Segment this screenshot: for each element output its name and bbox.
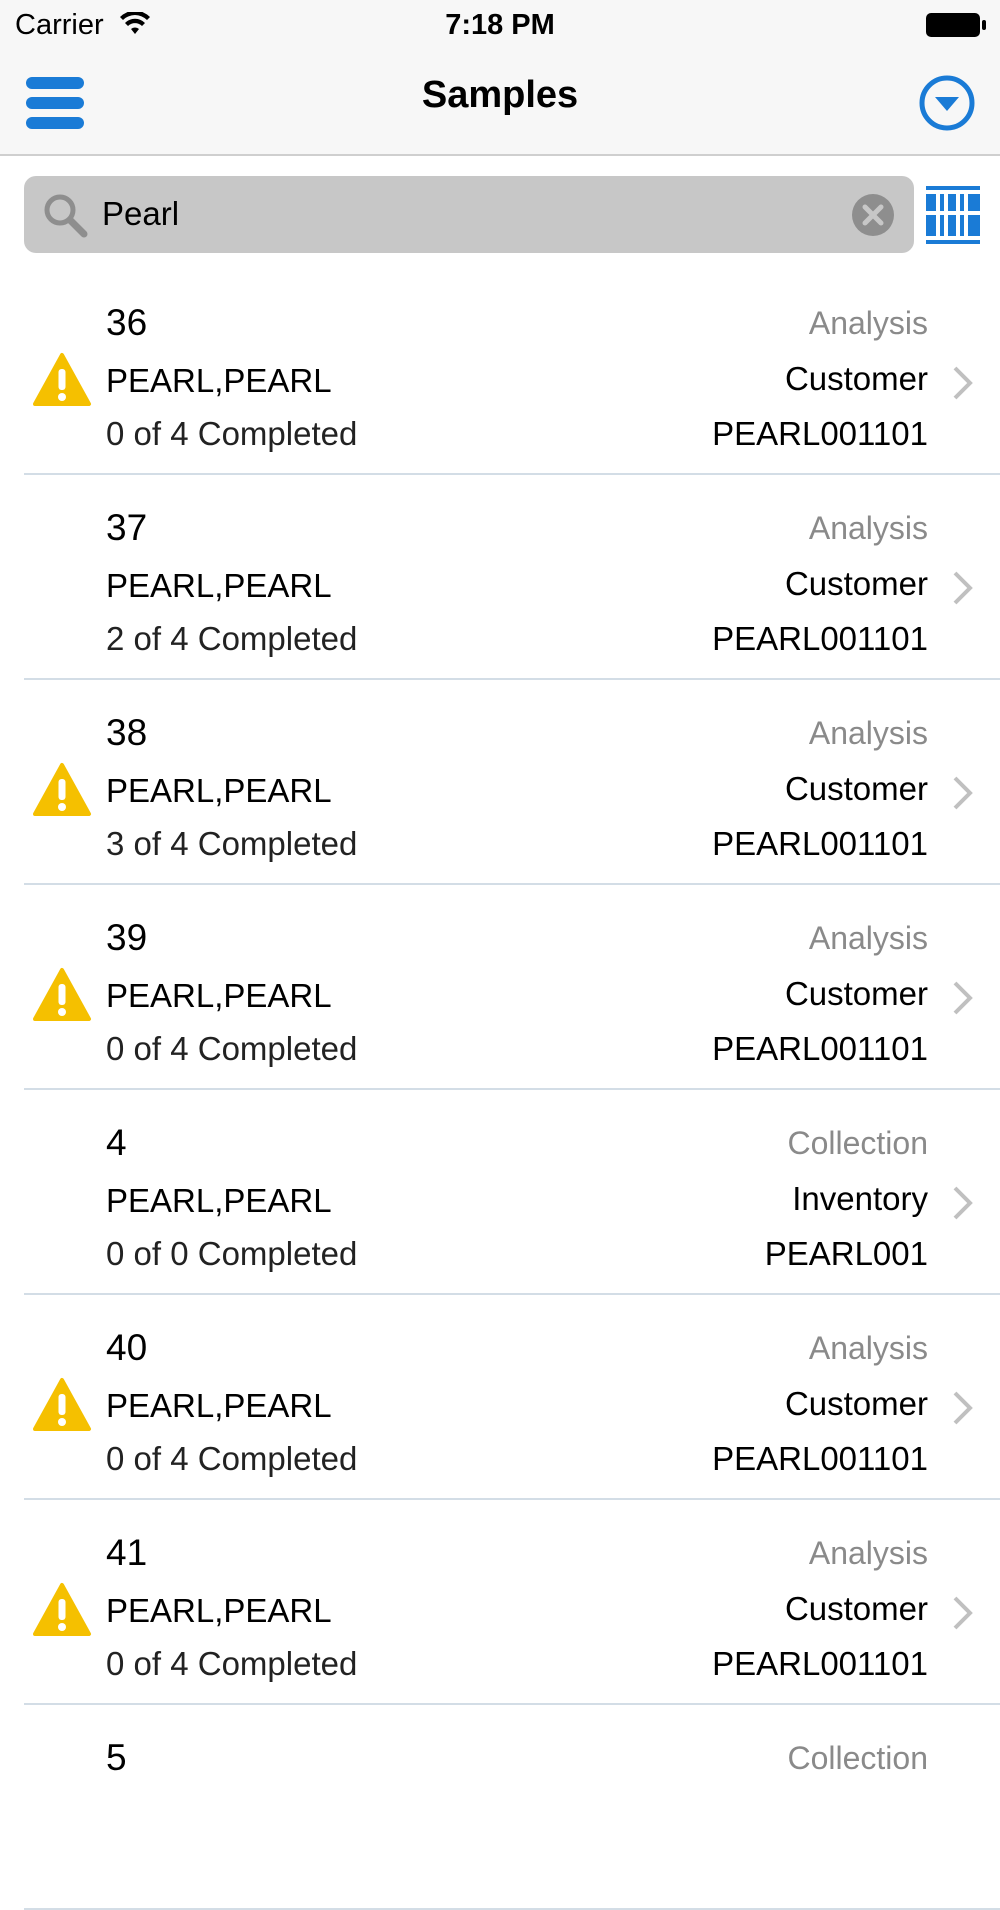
- search-input[interactable]: [102, 184, 842, 244]
- chevron-right-icon: [953, 1391, 973, 1425]
- list-item[interactable]: 41 PEARL,PEARL 0 of 4 Completed Analysis…: [0, 1500, 1000, 1705]
- sample-progress: 2 of 4 Completed: [106, 620, 358, 657]
- sample-progress: 0 of 4 Completed: [106, 1645, 358, 1682]
- sample-code: PEARL001: [764, 1235, 928, 1272]
- sample-progress: 0 of 4 Completed: [106, 1440, 358, 1477]
- sample-list: 36 PEARL,PEARL 0 of 4 Completed Analysis…: [0, 270, 1000, 1910]
- sample-id: 4: [106, 1122, 127, 1163]
- warning-icon: [33, 763, 91, 816]
- nav-bar: Samples: [0, 50, 1000, 156]
- sample-id: 36: [106, 302, 148, 343]
- sample-name: PEARL,PEARL: [106, 1592, 332, 1629]
- sample-code: PEARL001101: [712, 1030, 928, 1067]
- battery-icon: [926, 13, 986, 37]
- sample-code: PEARL001101: [712, 415, 928, 452]
- sample-category: Customer: [784, 565, 928, 602]
- list-item[interactable]: 38 PEARL,PEARL 3 of 4 Completed Analysis…: [0, 680, 1000, 885]
- sample-category: Inventory: [792, 1180, 928, 1217]
- status-time: 7:18 PM: [445, 9, 555, 41]
- sample-type: Analysis: [808, 510, 928, 546]
- sample-code: PEARL001101: [712, 1645, 928, 1682]
- barcode-icon[interactable]: [926, 186, 980, 244]
- sample-progress: 0 of 4 Completed: [106, 1030, 358, 1067]
- sample-type: Collection: [787, 1740, 928, 1776]
- warning-icon: [33, 1583, 91, 1636]
- sample-type: Analysis: [808, 715, 928, 751]
- sample-type: Analysis: [808, 1535, 928, 1571]
- search-icon: [44, 194, 88, 238]
- sample-name: PEARL,PEARL: [106, 1387, 332, 1424]
- chevron-right-icon: [953, 776, 973, 810]
- sample-category: Customer: [784, 975, 928, 1012]
- sample-category: Customer: [784, 770, 928, 807]
- clear-icon[interactable]: [850, 192, 896, 238]
- sample-name: PEARL,PEARL: [106, 977, 332, 1014]
- list-item[interactable]: 37 PEARL,PEARL 2 of 4 Completed Analysis…: [0, 475, 1000, 680]
- sample-id: 41: [106, 1532, 148, 1573]
- sample-type: Analysis: [808, 1330, 928, 1366]
- chevron-right-icon: [953, 1186, 973, 1220]
- sample-category: Customer: [784, 360, 928, 397]
- sample-code: PEARL001101: [712, 1440, 928, 1477]
- sample-progress: 0 of 0 Completed: [106, 1235, 358, 1272]
- sample-id: 38: [106, 712, 148, 753]
- sample-progress: 3 of 4 Completed: [106, 825, 358, 862]
- list-item[interactable]: 36 PEARL,PEARL 0 of 4 Completed Analysis…: [0, 270, 1000, 475]
- list-item[interactable]: 40 PEARL,PEARL 0 of 4 Completed Analysis…: [0, 1295, 1000, 1500]
- sample-code: PEARL001101: [712, 825, 928, 862]
- sample-name: PEARL,PEARL: [106, 362, 332, 399]
- list-item[interactable]: 4 PEARL,PEARL 0 of 0 Completed Collectio…: [0, 1090, 1000, 1295]
- sample-type: Analysis: [808, 920, 928, 956]
- warning-icon: [33, 353, 91, 406]
- sample-name: PEARL,PEARL: [106, 567, 332, 604]
- search-bar: [24, 176, 914, 253]
- sample-id: 39: [106, 917, 148, 958]
- sample-id: 37: [106, 507, 148, 548]
- list-item[interactable]: 39 PEARL,PEARL 0 of 4 Completed Analysis…: [0, 885, 1000, 1090]
- status-bar: Carrier 7:18 PM: [0, 0, 1000, 50]
- chevron-right-icon: [953, 366, 973, 400]
- chevron-right-icon: [953, 1596, 973, 1630]
- warning-icon: [33, 968, 91, 1021]
- chevron-down-circle-icon[interactable]: [918, 74, 976, 132]
- sample-type: Collection: [787, 1125, 928, 1161]
- sample-type: Analysis: [808, 305, 928, 341]
- sample-category: Customer: [784, 1385, 928, 1422]
- sample-code: PEARL001101: [712, 620, 928, 657]
- chevron-right-icon: [953, 981, 973, 1015]
- list-item[interactable]: 5 Collection: [0, 1705, 1000, 1910]
- sample-category: Customer: [784, 1590, 928, 1627]
- page-title: Samples: [421, 74, 579, 116]
- warning-icon: [33, 1378, 91, 1431]
- chevron-right-icon: [953, 571, 973, 605]
- sample-name: PEARL,PEARL: [106, 1182, 332, 1219]
- sample-id: 5: [106, 1737, 127, 1778]
- sample-id: 40: [106, 1327, 148, 1368]
- sample-progress: 0 of 4 Completed: [106, 415, 358, 452]
- sample-name: PEARL,PEARL: [106, 772, 332, 809]
